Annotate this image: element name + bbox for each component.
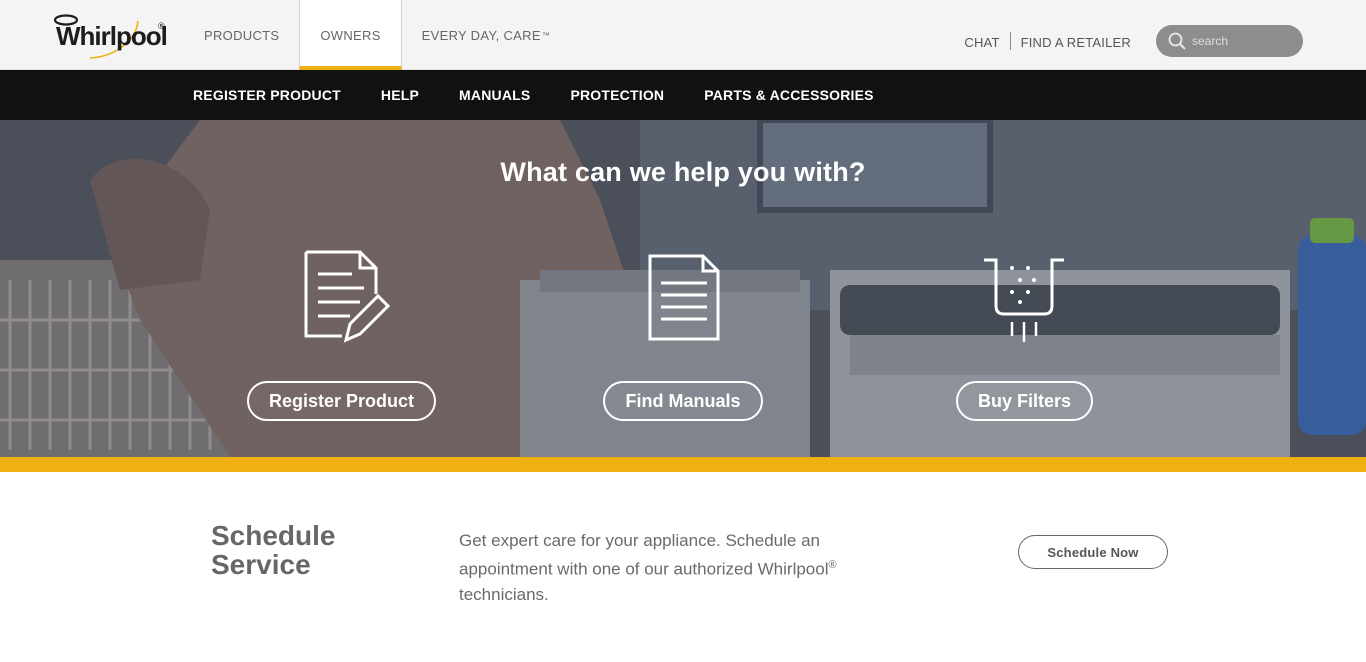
subnav-parts-accessories[interactable]: PARTS & ACCESSORIES [704,87,874,103]
utility-nav: CHAT FIND A RETAILER [954,24,1303,57]
register-product-button[interactable]: Register Product [247,381,436,421]
subnav-manuals[interactable]: MANUALS [459,87,530,103]
hero-banner: What can we help you with? Register Prod… [0,120,1366,457]
top-header: Whirlpool ® PRODUCTS OWNERS EVERY DAY, C… [0,0,1366,70]
search-box[interactable] [1156,24,1303,57]
hero-heading: What can we help you with? [500,157,866,187]
chat-link[interactable]: CHAT [954,33,1009,51]
schedule-service-description: Get expert care for your appliance. Sche… [459,528,879,607]
search-icon[interactable] [1168,32,1186,50]
trademark-mark: ™ [541,30,551,40]
logo-text: Whirlpool [56,21,168,51]
schedule-title-line1: Schedule [211,520,336,551]
owners-subnav: REGISTER PRODUCT HELP MANUALS PROTECTION… [0,70,1366,120]
schedule-now-button[interactable]: Schedule Now [1018,535,1168,569]
register-document-pencil-icon [304,250,391,343]
schedule-service-title: Schedule Service [211,521,411,579]
nav-products-label: PRODUCTS [204,27,280,43]
nav-owners-label: OWNERS [320,27,381,43]
main-nav: PRODUCTS OWNERS EVERY DAY, CARE ™ [184,0,570,70]
schedule-description-text: Get expert care for your appliance. Sche… [459,531,829,579]
registered-mark: ® [828,559,837,571]
logo-registered-mark: ® [158,21,165,31]
nav-everyday-care-label: EVERY DAY, CARE [421,27,541,43]
buy-filters-button[interactable]: Buy Filters [956,381,1093,421]
schedule-title-line2: Service [211,549,311,580]
subnav-protection[interactable]: PROTECTION [570,87,664,103]
subnav-help[interactable]: HELP [381,87,419,103]
find-manuals-button[interactable]: Find Manuals [603,381,763,421]
water-filter-icon [984,258,1064,342]
manual-document-icon [648,254,720,341]
subnav-register-product[interactable]: REGISTER PRODUCT [193,87,341,103]
search-input[interactable] [1192,30,1292,51]
find-retailer-link[interactable]: FIND A RETAILER [1011,33,1141,51]
schedule-description-end: technicians. [459,584,549,604]
nav-owners[interactable]: OWNERS [299,0,402,70]
nav-everyday-care[interactable]: EVERY DAY, CARE ™ [402,0,570,70]
nav-products[interactable]: PRODUCTS [184,0,299,70]
accent-divider [0,457,1366,472]
whirlpool-logo[interactable]: Whirlpool ® [52,13,168,61]
